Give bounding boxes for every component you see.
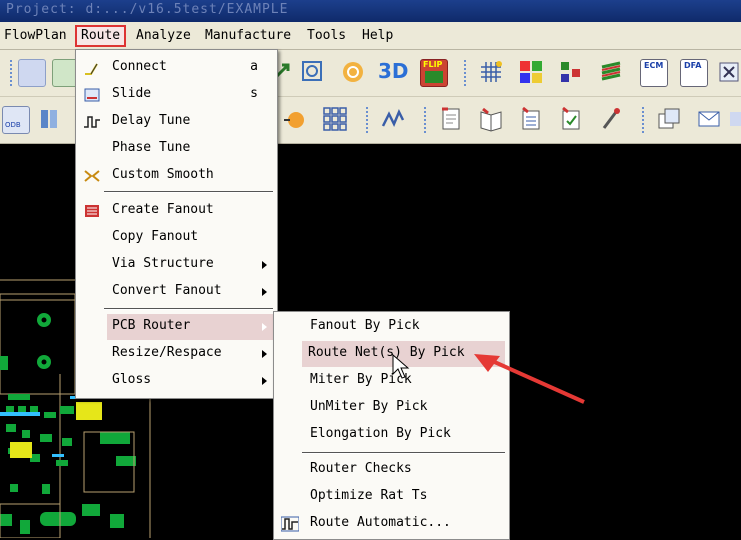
menu-item-delay-tune[interactable]: Delay Tune	[78, 109, 275, 135]
menu-item-optimize-rat-ts[interactable]: Optimize Rat Ts	[276, 484, 507, 510]
shortcut-label: s	[250, 86, 258, 101]
menu-item-label: PCB Router	[112, 318, 191, 333]
annotation-arrow-icon	[474, 354, 585, 404]
menu-bar: FlowPlan Route Analyze Manufacture Tools…	[0, 22, 741, 50]
menu-tools[interactable]: Tools	[307, 27, 346, 45]
dfa-icon[interactable]: DFA	[680, 59, 708, 87]
mouse-cursor-icon	[392, 354, 410, 379]
menu-item-label: Route Automatic...	[310, 515, 451, 530]
toolbar-separator	[10, 60, 14, 86]
menu-separator	[104, 191, 273, 193]
menu-item-gloss[interactable]: Gloss	[78, 368, 275, 394]
menu-item-label: Connect	[112, 59, 167, 74]
flip-board-icon[interactable]: FLIP	[420, 59, 448, 87]
custom-smooth-icon	[84, 170, 100, 182]
envelope-icon[interactable]	[696, 106, 722, 132]
create-fanout-icon	[85, 205, 99, 217]
menu-item-label: Create Fanout	[112, 202, 214, 217]
menu-item-label: Delay Tune	[112, 113, 191, 128]
menu-item-convert-fanout[interactable]: Convert Fanout	[78, 279, 275, 305]
menu-item-slide[interactable]: Slide s	[78, 82, 275, 108]
columns-icon[interactable]	[38, 106, 64, 132]
overflow-icon[interactable]	[730, 106, 741, 132]
menu-item-pcb-router[interactable]: PCB Router	[107, 314, 275, 340]
menu-item-label: Copy Fanout	[112, 229, 199, 244]
menu-item-label: Slide	[112, 86, 152, 101]
expand-icon[interactable]	[718, 59, 741, 85]
menu-item-elongation-by-pick[interactable]: Elongation By Pick	[276, 422, 507, 448]
submenu-arrow-icon	[262, 261, 267, 269]
toolbar-separator	[366, 107, 370, 133]
menu-item-label: UnMiter By Pick	[310, 399, 428, 414]
menu-separator	[104, 308, 273, 310]
menu-item-label: Phase Tune	[112, 140, 191, 155]
clipboard-list-icon[interactable]	[518, 106, 544, 132]
grid-settings-icon[interactable]	[478, 59, 504, 85]
toolbar-separator	[464, 60, 468, 86]
menu-item-phase-tune[interactable]: Phase Tune	[78, 136, 275, 162]
book-icon[interactable]	[478, 106, 504, 132]
3d-view-icon[interactable]: 3D	[378, 59, 409, 85]
menu-item-label: Route Net(s) By Pick	[308, 345, 465, 360]
menu-item-label: Elongation By Pick	[310, 426, 451, 441]
delay-tune-icon	[84, 116, 100, 128]
menu-item-router-checks[interactable]: Router Checks	[276, 457, 507, 483]
refresh-icon[interactable]	[340, 59, 366, 85]
menu-item-label: Router Checks	[310, 461, 412, 476]
timing-icon[interactable]	[282, 106, 308, 132]
menu-item-via-structure[interactable]: Via Structure	[78, 252, 275, 278]
submenu-arrow-icon	[262, 288, 267, 296]
menu-item-resize-respace[interactable]: Resize/Respace	[78, 341, 275, 367]
menu-manufacture[interactable]: Manufacture	[205, 27, 291, 45]
menu-item-copy-fanout[interactable]: Copy Fanout	[78, 225, 275, 251]
route-automatic-icon	[281, 516, 299, 532]
probe-icon[interactable]	[598, 106, 624, 132]
report-icon[interactable]	[438, 106, 464, 132]
menu-analyze[interactable]: Analyze	[136, 27, 191, 45]
submenu-arrow-icon	[262, 350, 267, 358]
copy-window-icon[interactable]	[656, 106, 682, 132]
ecm-icon[interactable]: ECM	[640, 59, 668, 87]
menu-item-label: Resize/Respace	[112, 345, 222, 360]
grid-view-icon[interactable]	[18, 59, 46, 87]
toolbar-separator	[642, 107, 646, 133]
menu-item-label: Fanout By Pick	[310, 318, 420, 333]
matrix-icon[interactable]	[322, 106, 348, 132]
menu-item-route-automatic[interactable]: Route Automatic...	[276, 511, 507, 537]
menu-route[interactable]: Route	[75, 25, 127, 47]
component-tree-icon[interactable]	[558, 59, 584, 85]
menu-item-label: Convert Fanout	[112, 283, 222, 298]
zoom-fit-icon[interactable]	[300, 59, 326, 85]
menu-item-custom-smooth[interactable]: Custom Smooth	[78, 163, 275, 189]
menu-item-label: Via Structure	[112, 256, 214, 271]
stack-layers-icon[interactable]	[598, 59, 624, 85]
submenu-arrow-icon	[262, 323, 267, 331]
menu-item-connect[interactable]: Connect a	[78, 55, 275, 81]
menu-item-label: Optimize Rat Ts	[310, 488, 428, 503]
submenu-arrow-icon	[262, 377, 267, 385]
window-title: Project: d:.../v16.5test/EXAMPLE	[6, 2, 289, 17]
menu-item-label: Custom Smooth	[112, 167, 214, 182]
menu-item-fanout-by-pick[interactable]: Fanout By Pick	[276, 314, 507, 340]
color-layers-icon[interactable]	[518, 59, 544, 85]
signal-trace-icon[interactable]	[380, 106, 406, 132]
route-menu: Connect a Slide s Delay Tune Phase Tune …	[75, 49, 278, 399]
menu-help[interactable]: Help	[362, 27, 393, 45]
toolbar-separator	[424, 107, 428, 133]
connect-icon	[85, 63, 98, 75]
slide-icon	[84, 88, 100, 102]
checklist-icon[interactable]	[558, 106, 584, 132]
menu-item-create-fanout[interactable]: Create Fanout	[78, 198, 275, 224]
menu-separator	[302, 452, 505, 454]
shortcut-label: a	[250, 59, 258, 74]
menu-item-label: Gloss	[112, 372, 152, 387]
title-bar: Project: d:.../v16.5test/EXAMPLE	[0, 0, 741, 22]
odb-export-icon[interactable]: ODB	[2, 106, 30, 134]
menu-flowplan[interactable]: FlowPlan	[4, 27, 67, 45]
